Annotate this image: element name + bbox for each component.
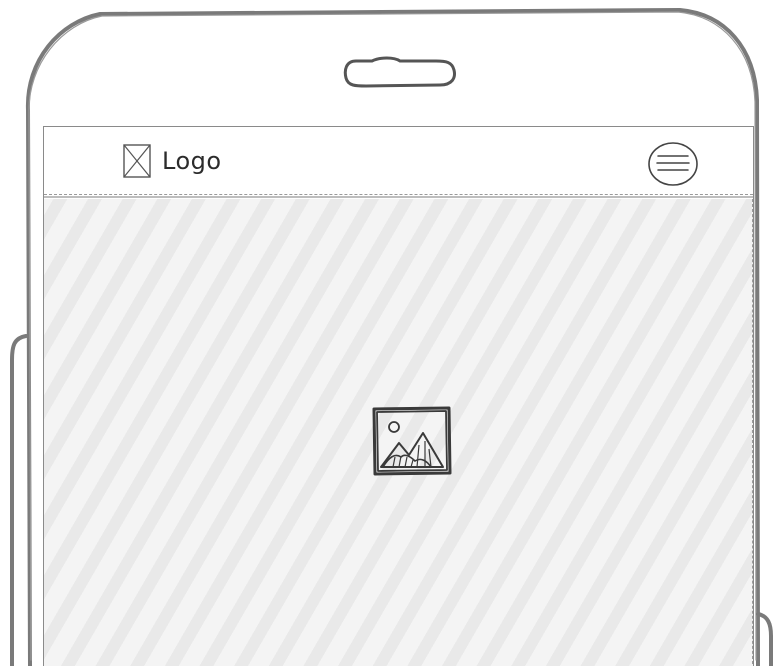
- phone-screen: Logo: [43, 126, 754, 666]
- image-placeholder-box-icon: [123, 144, 151, 178]
- image-icon: [372, 406, 452, 476]
- hero-image-placeholder: [44, 199, 753, 666]
- logo[interactable]: Logo: [122, 143, 222, 179]
- speaker-slot-icon: [343, 56, 456, 88]
- nav-header: Logo: [44, 127, 753, 198]
- wireframe-stage: Logo: [0, 0, 779, 666]
- side-volume-button: [10, 334, 28, 666]
- hamburger-menu-icon[interactable]: [647, 141, 699, 187]
- logo-label: Logo: [162, 147, 222, 175]
